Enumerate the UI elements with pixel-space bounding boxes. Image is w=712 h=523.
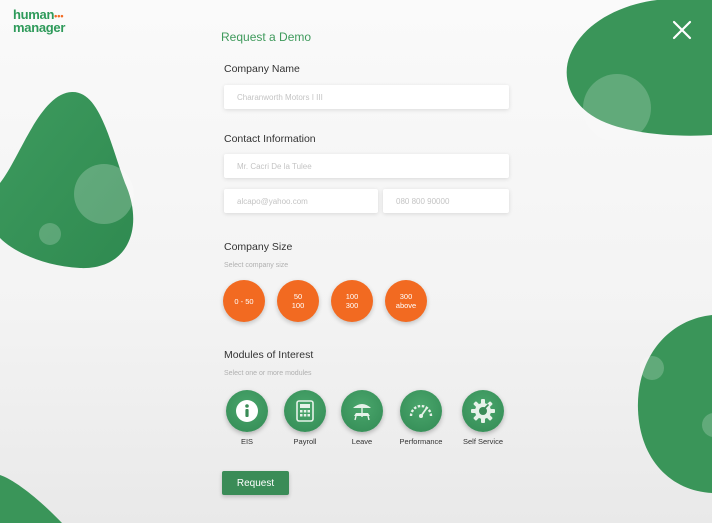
company-size-option-300-above[interactable]: 300 above xyxy=(385,280,427,322)
decorative-blob-left xyxy=(0,91,134,269)
company-name-input[interactable] xyxy=(224,85,509,109)
module-leave-label: Leave xyxy=(351,437,373,446)
request-button[interactable]: Request xyxy=(222,471,289,495)
module-eis[interactable]: EIS xyxy=(217,390,277,446)
contact-information-label: Contact Information xyxy=(224,133,316,145)
module-performance[interactable]: Performance xyxy=(391,390,451,446)
decorative-blob-bottom-left xyxy=(0,475,62,523)
size-option-line1: 100 xyxy=(345,292,359,301)
beach-chair-icon xyxy=(353,404,371,421)
logo-line2: manager xyxy=(13,20,66,35)
close-icon xyxy=(672,20,692,40)
size-option-line1: 50 xyxy=(293,292,303,301)
module-eis-label: EIS xyxy=(240,437,254,446)
gear-icon xyxy=(471,399,495,423)
company-size-option-50-100[interactable]: 50 100 xyxy=(277,280,319,322)
size-option-line1: 300 xyxy=(399,292,413,301)
info-icon xyxy=(236,400,258,422)
company-size-hint: Select company size xyxy=(224,262,289,269)
company-name-label: Company Name xyxy=(224,63,300,75)
email-input[interactable] xyxy=(224,189,378,213)
module-payroll-label: Payroll xyxy=(293,437,317,446)
module-self-service-circle xyxy=(462,390,504,432)
size-option-line1: 0 - 50 xyxy=(234,296,254,306)
company-size-label: Company Size xyxy=(224,241,293,253)
modules-of-interest-label: Modules of Interest xyxy=(224,349,314,361)
size-option-line2: 300 xyxy=(345,301,359,310)
form-title: Request a Demo xyxy=(221,30,312,44)
module-leave-circle xyxy=(341,390,383,432)
phone-input[interactable] xyxy=(383,189,509,213)
request-button-label: Request xyxy=(236,477,275,489)
gauge-icon xyxy=(409,404,433,418)
module-payroll[interactable]: Payroll xyxy=(275,390,335,446)
company-size-option-0-50[interactable]: 0 - 50 xyxy=(223,280,265,322)
close-button[interactable] xyxy=(670,18,694,42)
module-payroll-circle xyxy=(284,390,326,432)
module-self-service[interactable]: Self Service xyxy=(453,390,513,446)
module-self-service-label: Self Service xyxy=(462,437,504,446)
module-eis-circle xyxy=(226,390,268,432)
decorative-blob-bottom-right xyxy=(637,315,712,493)
size-option-line2: above xyxy=(395,301,417,310)
calculator-icon xyxy=(296,400,314,422)
module-performance-label: Performance xyxy=(399,437,443,446)
contact-name-input[interactable] xyxy=(224,154,509,178)
module-performance-circle xyxy=(400,390,442,432)
human-manager-logo: human••• manager xyxy=(13,8,66,35)
company-size-option-100-300[interactable]: 100 300 xyxy=(331,280,373,322)
module-leave[interactable]: Leave xyxy=(332,390,392,446)
size-option-line2: 100 xyxy=(291,301,305,310)
modules-hint: Select one or more modules xyxy=(224,370,312,377)
